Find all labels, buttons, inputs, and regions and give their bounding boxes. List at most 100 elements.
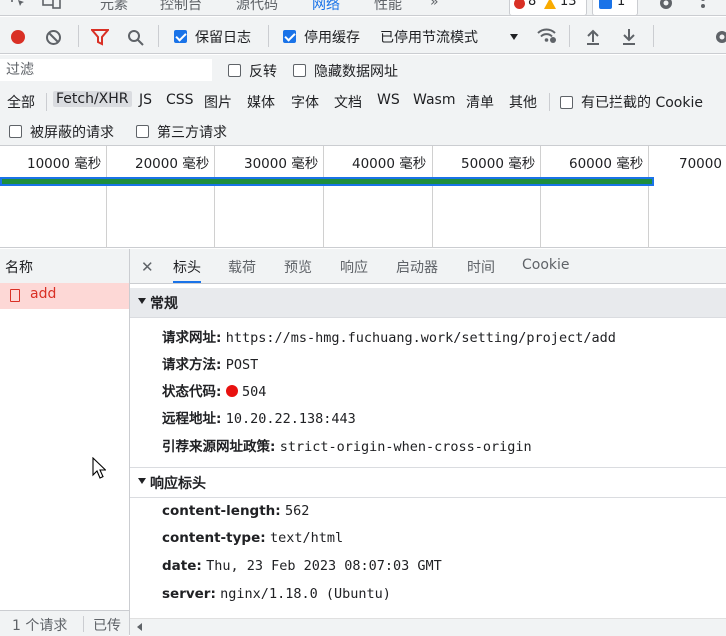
request-details-pane: ✕ 标头 载荷 预览 响应 启动器 时间 Cookie 常规 请求网址: htt… bbox=[130, 249, 726, 636]
divider bbox=[653, 25, 654, 47]
blocked-requests-checkbox[interactable] bbox=[9, 125, 22, 138]
type-filter-manifest[interactable]: 清单 bbox=[466, 92, 494, 112]
issues-badges[interactable]: 8 13 bbox=[509, 0, 587, 15]
tab-sources[interactable]: 源代码 bbox=[236, 0, 278, 14]
timeline-gridline bbox=[214, 146, 215, 248]
disable-cache-label: 停用缓存 bbox=[304, 30, 360, 46]
general-section-header[interactable]: 常规 bbox=[130, 288, 726, 318]
tab-timing[interactable]: 时间 bbox=[467, 257, 495, 277]
divider bbox=[78, 25, 79, 47]
request-list-header[interactable]: 名称 bbox=[0, 249, 129, 284]
header-key: content-length: bbox=[162, 503, 281, 519]
clear-icon[interactable] bbox=[45, 29, 62, 50]
tab-more-tabs[interactable]: » bbox=[430, 0, 439, 10]
type-filter-wasm[interactable]: Wasm bbox=[413, 92, 455, 108]
header-key: content-type: bbox=[162, 530, 266, 546]
divider bbox=[158, 25, 159, 47]
tab-cookies[interactable]: Cookie bbox=[522, 257, 570, 273]
third-party-checkbox[interactable] bbox=[136, 125, 149, 138]
tab-payload[interactable]: 载荷 bbox=[228, 257, 256, 277]
header-value[interactable]: 10.20.22.138:443 bbox=[226, 411, 356, 427]
timeline-gridline bbox=[648, 146, 649, 248]
type-filter-js[interactable]: JS bbox=[139, 92, 152, 108]
column-header-name[interactable]: 名称 bbox=[5, 257, 33, 277]
type-filter-fetch-xhr[interactable]: Fetch/XHR bbox=[53, 91, 132, 107]
hide-data-urls-checkbox[interactable] bbox=[293, 64, 306, 77]
type-filter-doc[interactable]: 文档 bbox=[334, 92, 362, 112]
device-toolbar-icon[interactable] bbox=[42, 0, 62, 14]
tab-elements[interactable]: 元素 bbox=[100, 0, 128, 14]
timeline-tick-label: 10000 毫秒 bbox=[27, 156, 102, 172]
search-icon[interactable] bbox=[127, 29, 145, 51]
preserve-log-checkbox[interactable] bbox=[174, 30, 187, 43]
settings-gear-icon[interactable] bbox=[657, 0, 675, 15]
transferred-size: 已传 bbox=[93, 618, 121, 634]
throttling-select[interactable]: 已停用节流模式 bbox=[380, 27, 478, 47]
import-har-icon[interactable] bbox=[586, 28, 600, 49]
type-filter-font[interactable]: 字体 bbox=[291, 92, 319, 112]
horizontal-scrollbar[interactable] bbox=[130, 618, 726, 636]
header-value[interactable]: 504 bbox=[242, 384, 266, 400]
status-dot-icon bbox=[225, 385, 238, 397]
header-value[interactable]: text/html bbox=[270, 530, 343, 546]
header-key: 引荐来源网址政策: bbox=[162, 439, 276, 455]
timeline-tick-label: 70000 毫 bbox=[679, 156, 726, 172]
header-key: 状态代码: bbox=[162, 384, 222, 400]
timeline-tick-label: 30000 毫秒 bbox=[244, 156, 319, 172]
type-filter-ws[interactable]: WS bbox=[377, 92, 400, 108]
chevron-left-icon[interactable] bbox=[137, 623, 142, 631]
request-name[interactable]: add bbox=[30, 286, 56, 302]
filter-input[interactable] bbox=[0, 59, 212, 81]
request-row[interactable]: add bbox=[0, 283, 129, 309]
header-value[interactable]: Thu, 23 Feb 2023 08:07:03 GMT bbox=[206, 558, 442, 574]
type-filter-all[interactable]: 全部 bbox=[7, 92, 35, 112]
tab-preview[interactable]: 预览 bbox=[284, 257, 312, 277]
section-title: 响应标头 bbox=[150, 476, 206, 492]
third-party-label: 第三方请求 bbox=[157, 125, 227, 141]
timeline-gridline bbox=[540, 146, 541, 248]
disable-cache-checkbox[interactable] bbox=[283, 30, 296, 43]
type-filter-img[interactable]: 图片 bbox=[204, 92, 232, 112]
response-headers-section-header[interactable]: 响应标头 bbox=[130, 467, 726, 498]
message-icon bbox=[599, 0, 612, 9]
section-title: 常规 bbox=[150, 296, 178, 312]
tab-headers[interactable]: 标头 bbox=[173, 257, 201, 283]
messages-badge[interactable]: 1 bbox=[592, 0, 638, 15]
network-conditions-wifi-icon[interactable] bbox=[536, 27, 558, 49]
header-row: content-type: text/html bbox=[162, 530, 343, 546]
preserve-log-label: 保留日志 bbox=[195, 30, 251, 46]
filter-funnel-icon[interactable] bbox=[89, 29, 111, 50]
header-value[interactable]: 562 bbox=[285, 503, 309, 519]
tab-performance[interactable]: 性能 bbox=[374, 0, 402, 14]
divider bbox=[268, 25, 269, 47]
timeline-tick-label: 20000 毫秒 bbox=[135, 156, 210, 172]
tab-network[interactable]: 网络 bbox=[312, 0, 340, 15]
network-settings-gear-icon[interactable] bbox=[713, 28, 726, 50]
type-filter-media[interactable]: 媒体 bbox=[247, 92, 275, 112]
export-har-icon[interactable] bbox=[622, 28, 636, 49]
invert-checkbox[interactable] bbox=[228, 64, 241, 77]
header-value[interactable]: POST bbox=[226, 357, 259, 373]
close-icon[interactable]: ✕ bbox=[141, 258, 154, 276]
record-icon[interactable] bbox=[11, 30, 25, 44]
header-value[interactable]: strict-origin-when-cross-origin bbox=[280, 439, 532, 455]
header-value[interactable]: nginx/1.18.0 (Ubuntu) bbox=[220, 586, 391, 602]
timeline-gridline bbox=[323, 146, 324, 248]
filter-bar: 反转 隐藏数据网址 bbox=[0, 55, 726, 87]
chevron-down-icon[interactable] bbox=[510, 34, 518, 40]
kebab-menu-icon[interactable] bbox=[700, 0, 706, 15]
tab-initiator[interactable]: 启动器 bbox=[396, 257, 438, 277]
blocked-cookies-checkbox[interactable] bbox=[560, 96, 573, 109]
inspect-element-icon[interactable] bbox=[10, 0, 28, 14]
network-toolbar: 保留日志 停用缓存 已停用节流模式 bbox=[0, 17, 726, 54]
timeline-overview[interactable]: 10000 毫秒 20000 毫秒 30000 毫秒 40000 毫秒 5000… bbox=[0, 146, 726, 248]
header-value[interactable]: https://ms-hmg.fuchuang.work/setting/pro… bbox=[226, 330, 616, 346]
tab-response[interactable]: 响应 bbox=[340, 257, 368, 277]
type-filter-other[interactable]: 其他 bbox=[509, 92, 537, 112]
error-icon bbox=[514, 0, 525, 9]
hide-data-urls-label: 隐藏数据网址 bbox=[314, 64, 398, 80]
blocked-cookies-label: 有已拦截的 Cookie bbox=[581, 95, 703, 111]
tab-console[interactable]: 控制台 bbox=[160, 0, 202, 14]
timeline-gridline bbox=[432, 146, 433, 248]
type-filter-css[interactable]: CSS bbox=[166, 92, 194, 108]
